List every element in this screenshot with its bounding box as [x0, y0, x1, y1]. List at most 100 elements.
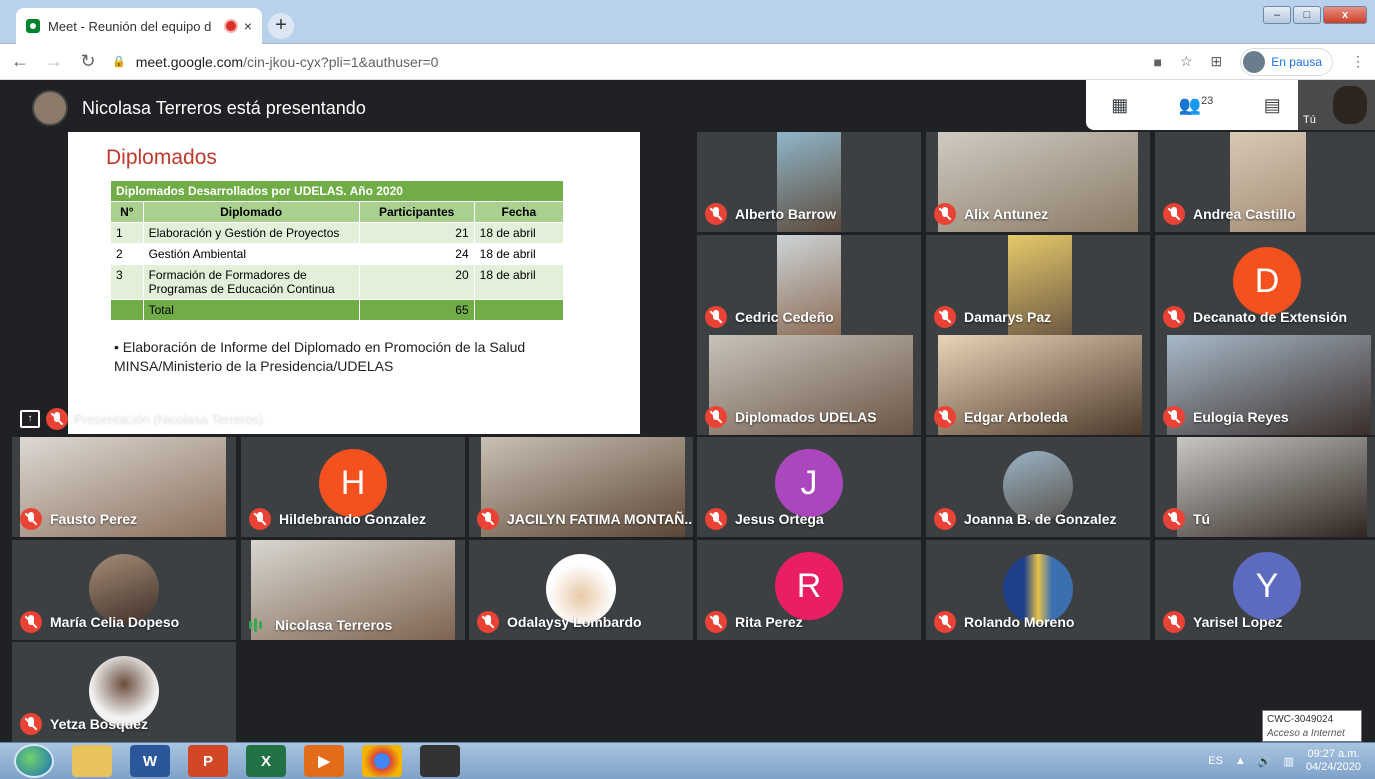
participant-tile[interactable]: Fausto Perez [12, 437, 236, 537]
participant-tile[interactable]: JACILYN FATIMA MONTAÑ... [469, 437, 693, 537]
participant-name: Alberto Barrow [735, 206, 837, 222]
participant-tile[interactable]: D Decanato de Extensión [1155, 235, 1375, 335]
avatar-initial: H [319, 449, 387, 517]
participant-tile[interactable]: H Hildebrando Gonzalez [241, 437, 465, 537]
table-cell: 18 de abril [473, 264, 565, 300]
table-cell: Elaboración y Gestión de Proyectos [142, 222, 360, 244]
participant-name: Tú [1193, 511, 1211, 527]
forward-icon[interactable]: → [40, 51, 68, 72]
muted-mic-icon [20, 611, 42, 633]
participant-tile[interactable]: J Jesus Ortega [697, 437, 921, 537]
participant-name: Cedric Cedeño [735, 309, 834, 325]
participant-name: Fausto Perez [50, 511, 138, 527]
camera-app-icon[interactable] [420, 745, 460, 777]
bookmark-star-icon[interactable]: ☆ [1180, 53, 1193, 70]
tray-arrow-icon[interactable]: ▲ [1235, 755, 1246, 767]
participant-tile[interactable]: R Rita Perez [697, 540, 921, 640]
maximize-button[interactable]: □ [1293, 6, 1321, 24]
chrome-icon[interactable] [362, 745, 402, 777]
tab-close-button[interactable]: × [244, 18, 252, 34]
network-tooltip: CWC-3049024 Acceso a Internet [1262, 710, 1362, 742]
participant-name: Rita Perez [735, 614, 803, 630]
network-icon[interactable]: ▥ [1284, 755, 1294, 768]
profile-status: En pausa [1271, 54, 1322, 69]
media-player-icon[interactable]: ▶ [304, 745, 344, 777]
excel-icon[interactable]: X [246, 745, 286, 777]
muted-mic-icon [249, 508, 271, 530]
start-button[interactable] [14, 744, 54, 778]
reload-icon[interactable]: ↻ [74, 51, 102, 72]
word-icon[interactable]: W [130, 745, 170, 777]
extensions-icon[interactable]: ⊞ [1211, 53, 1223, 70]
participant-tile[interactable]: Yetza Bosquez [12, 642, 236, 742]
tab-bar: Meet - Reunión del equipo d × + – □ x [0, 0, 1375, 44]
muted-mic-icon [1163, 611, 1185, 633]
participant-tile[interactable]: María Celia Dopeso [12, 540, 236, 640]
profile-button[interactable]: En pausa [1240, 47, 1333, 76]
presenter-text: Nicolasa Terreros está presentando [82, 97, 366, 118]
camera-icon[interactable]: ■ [1154, 54, 1162, 70]
presentation-label: ↑ Presentación (Nicolasa Terreros) [20, 408, 263, 430]
muted-mic-icon [20, 508, 42, 530]
new-tab-button[interactable]: + [268, 13, 294, 39]
table-row: 3 Formación de Formadores de Programas d… [110, 264, 565, 300]
muted-mic-icon [1163, 406, 1185, 428]
address-bar-row: ← → ↻ 🔒 meet.google.com/cin-jkou-cyx?pli… [0, 44, 1375, 80]
tooltip-line: Acceso a Internet [1267, 728, 1345, 739]
participant-name: Diplomados UDELAS [735, 409, 877, 425]
browser-tab-meet[interactable]: Meet - Reunión del equipo d × [16, 8, 262, 44]
participant-tile[interactable]: Eulogia Reyes [1155, 335, 1375, 435]
participant-tile[interactable]: Rolando Moreno [926, 540, 1150, 640]
participant-tile[interactable]: Y Yarisel Lopez [1155, 540, 1375, 640]
powerpoint-icon[interactable]: P [188, 745, 228, 777]
avatar-initial: J [775, 449, 843, 517]
muted-mic-icon [934, 406, 956, 428]
total-value: 65 [358, 299, 475, 321]
participant-tile[interactable]: Tú [1155, 437, 1375, 537]
participant-tile[interactable]: Odalaysy Lombardo [469, 540, 693, 640]
participant-name: Joanna B. de Gonzalez [964, 511, 1117, 527]
participant-count: 23 [1201, 94, 1214, 107]
clock-time: 09:27 a.m. [1307, 748, 1360, 760]
self-view-mini[interactable]: Tú [1298, 80, 1375, 130]
participant-tile[interactable]: Damarys Paz [926, 235, 1150, 335]
participant-tile[interactable]: Nicolasa Terreros [241, 540, 465, 640]
participant-name: Edgar Arboleda [964, 409, 1068, 425]
tab-title: Meet - Reunión del equipo d [48, 18, 212, 34]
back-icon[interactable]: ← [6, 51, 34, 72]
participant-tile[interactable]: Alix Antunez [926, 132, 1150, 232]
url-field[interactable]: 🔒 meet.google.com/cin-jkou-cyx?pli=1&aut… [112, 48, 1154, 76]
muted-mic-icon [20, 713, 42, 735]
table-cell [473, 299, 565, 321]
volume-icon[interactable]: 🔊 [1258, 755, 1272, 768]
close-window-button[interactable]: x [1323, 6, 1367, 24]
participant-name: Decanato de Extensión [1193, 309, 1348, 325]
participant-tile[interactable]: Cedric Cedeño [697, 235, 921, 335]
participant-tile[interactable]: Diplomados UDELAS [697, 335, 921, 435]
clock[interactable]: 09:27 a.m. 04/24/2020 [1306, 748, 1361, 774]
participant-tile[interactable]: Andrea Castillo [1155, 132, 1375, 232]
expand-icon[interactable]: ↑ [20, 410, 40, 428]
participant-tile[interactable]: Joanna B. de Gonzalez [926, 437, 1150, 537]
muted-mic-icon [477, 611, 499, 633]
muted-mic-icon [934, 203, 956, 225]
table-row: 2 Gestión Ambiental 24 18 de abril [110, 243, 565, 265]
muted-mic-icon [1163, 306, 1185, 328]
participant-tile[interactable]: Alberto Barrow [697, 132, 921, 232]
avatar-initial: D [1233, 247, 1301, 315]
menu-kebab-icon[interactable]: ⋮ [1351, 53, 1365, 70]
minimize-button[interactable]: – [1263, 6, 1291, 24]
table-cell: Gestión Ambiental [142, 243, 360, 265]
people-icon[interactable]: 👥23 [1179, 95, 1214, 116]
file-explorer-icon[interactable] [72, 745, 112, 777]
participant-name: JACILYN FATIMA MONTAÑ... [507, 511, 693, 527]
table-header: Diplomado [142, 201, 360, 223]
language-indicator[interactable]: ES [1208, 755, 1223, 767]
presentation-slide: Diplomados Diplomados Desarrollados por … [68, 132, 640, 434]
table-cell: 18 de abril [473, 222, 565, 244]
participant-tile[interactable]: Edgar Arboleda [926, 335, 1150, 435]
chat-icon[interactable]: ▤ [1264, 95, 1281, 116]
self-avatar [1333, 86, 1367, 124]
grid-layout-icon[interactable]: ▦ [1111, 95, 1128, 116]
muted-mic-icon [705, 203, 727, 225]
